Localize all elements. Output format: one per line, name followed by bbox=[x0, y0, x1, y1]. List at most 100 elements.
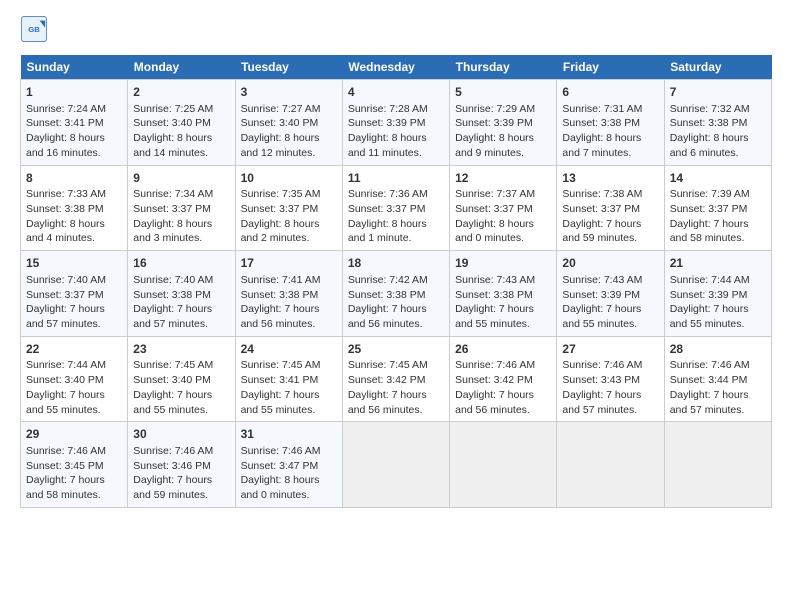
calendar-week-row: 1Sunrise: 7:24 AMSunset: 3:41 PMDaylight… bbox=[21, 80, 772, 166]
day-header-saturday: Saturday bbox=[664, 55, 771, 80]
day-info: Sunrise: 7:46 AM bbox=[455, 358, 551, 373]
day-number: 7 bbox=[670, 84, 766, 101]
day-info: Daylight: 7 hours and 58 minutes. bbox=[670, 217, 766, 246]
calendar-cell: 18Sunrise: 7:42 AMSunset: 3:38 PMDayligh… bbox=[342, 251, 449, 337]
day-info: Sunset: 3:37 PM bbox=[348, 202, 444, 217]
day-number: 4 bbox=[348, 84, 444, 101]
calendar-cell bbox=[664, 422, 771, 508]
day-number: 18 bbox=[348, 255, 444, 272]
day-number: 31 bbox=[241, 426, 337, 443]
day-info: Sunrise: 7:39 AM bbox=[670, 187, 766, 202]
day-info: Sunrise: 7:46 AM bbox=[562, 358, 658, 373]
day-number: 17 bbox=[241, 255, 337, 272]
day-info: Daylight: 8 hours and 6 minutes. bbox=[670, 131, 766, 160]
calendar-cell: 12Sunrise: 7:37 AMSunset: 3:37 PMDayligh… bbox=[450, 165, 557, 251]
day-info: Sunset: 3:43 PM bbox=[562, 373, 658, 388]
calendar-table: SundayMondayTuesdayWednesdayThursdayFrid… bbox=[20, 55, 772, 508]
calendar-cell: 16Sunrise: 7:40 AMSunset: 3:38 PMDayligh… bbox=[128, 251, 235, 337]
day-info: Daylight: 8 hours and 16 minutes. bbox=[26, 131, 122, 160]
calendar-cell: 9Sunrise: 7:34 AMSunset: 3:37 PMDaylight… bbox=[128, 165, 235, 251]
day-header-friday: Friday bbox=[557, 55, 664, 80]
day-header-thursday: Thursday bbox=[450, 55, 557, 80]
day-info: Sunset: 3:42 PM bbox=[455, 373, 551, 388]
day-number: 14 bbox=[670, 170, 766, 187]
day-number: 20 bbox=[562, 255, 658, 272]
day-info: Sunset: 3:41 PM bbox=[26, 116, 122, 131]
day-number: 3 bbox=[241, 84, 337, 101]
day-number: 10 bbox=[241, 170, 337, 187]
day-info: Daylight: 8 hours and 0 minutes. bbox=[241, 473, 337, 502]
day-header-wednesday: Wednesday bbox=[342, 55, 449, 80]
calendar-cell bbox=[342, 422, 449, 508]
day-number: 26 bbox=[455, 341, 551, 358]
day-info: Sunrise: 7:38 AM bbox=[562, 187, 658, 202]
day-info: Daylight: 7 hours and 55 minutes. bbox=[455, 302, 551, 331]
day-number: 25 bbox=[348, 341, 444, 358]
calendar-cell: 13Sunrise: 7:38 AMSunset: 3:37 PMDayligh… bbox=[557, 165, 664, 251]
calendar-cell: 1Sunrise: 7:24 AMSunset: 3:41 PMDaylight… bbox=[21, 80, 128, 166]
day-info: Sunrise: 7:31 AM bbox=[562, 102, 658, 117]
calendar-body: 1Sunrise: 7:24 AMSunset: 3:41 PMDaylight… bbox=[21, 80, 772, 508]
day-info: Daylight: 8 hours and 7 minutes. bbox=[562, 131, 658, 160]
svg-text:GB: GB bbox=[28, 25, 40, 34]
day-info: Daylight: 7 hours and 57 minutes. bbox=[133, 302, 229, 331]
calendar-cell: 15Sunrise: 7:40 AMSunset: 3:37 PMDayligh… bbox=[21, 251, 128, 337]
calendar-cell: 4Sunrise: 7:28 AMSunset: 3:39 PMDaylight… bbox=[342, 80, 449, 166]
calendar-cell: 26Sunrise: 7:46 AMSunset: 3:42 PMDayligh… bbox=[450, 336, 557, 422]
calendar-cell: 20Sunrise: 7:43 AMSunset: 3:39 PMDayligh… bbox=[557, 251, 664, 337]
day-info: Sunrise: 7:41 AM bbox=[241, 273, 337, 288]
calendar-header-row: SundayMondayTuesdayWednesdayThursdayFrid… bbox=[21, 55, 772, 80]
day-info: Sunset: 3:38 PM bbox=[455, 288, 551, 303]
calendar-cell: 2Sunrise: 7:25 AMSunset: 3:40 PMDaylight… bbox=[128, 80, 235, 166]
calendar-cell: 28Sunrise: 7:46 AMSunset: 3:44 PMDayligh… bbox=[664, 336, 771, 422]
day-info: Daylight: 7 hours and 56 minutes. bbox=[348, 302, 444, 331]
day-info: Sunset: 3:38 PM bbox=[133, 288, 229, 303]
day-info: Sunset: 3:39 PM bbox=[562, 288, 658, 303]
day-info: Sunrise: 7:45 AM bbox=[133, 358, 229, 373]
header: GB bbox=[20, 15, 772, 43]
day-number: 13 bbox=[562, 170, 658, 187]
day-info: Daylight: 8 hours and 4 minutes. bbox=[26, 217, 122, 246]
day-info: Sunset: 3:37 PM bbox=[455, 202, 551, 217]
calendar-cell: 21Sunrise: 7:44 AMSunset: 3:39 PMDayligh… bbox=[664, 251, 771, 337]
day-info: Sunset: 3:38 PM bbox=[562, 116, 658, 131]
calendar-cell: 10Sunrise: 7:35 AMSunset: 3:37 PMDayligh… bbox=[235, 165, 342, 251]
day-number: 15 bbox=[26, 255, 122, 272]
day-info: Sunset: 3:40 PM bbox=[241, 116, 337, 131]
day-number: 5 bbox=[455, 84, 551, 101]
calendar-week-row: 15Sunrise: 7:40 AMSunset: 3:37 PMDayligh… bbox=[21, 251, 772, 337]
day-info: Sunrise: 7:34 AM bbox=[133, 187, 229, 202]
day-info: Daylight: 7 hours and 57 minutes. bbox=[562, 388, 658, 417]
calendar-cell: 24Sunrise: 7:45 AMSunset: 3:41 PMDayligh… bbox=[235, 336, 342, 422]
calendar-cell: 7Sunrise: 7:32 AMSunset: 3:38 PMDaylight… bbox=[664, 80, 771, 166]
day-info: Sunset: 3:38 PM bbox=[241, 288, 337, 303]
page-container: GB SundayMondayTuesdayWednesdayThursdayF… bbox=[0, 0, 792, 518]
day-number: 12 bbox=[455, 170, 551, 187]
calendar-cell: 31Sunrise: 7:46 AMSunset: 3:47 PMDayligh… bbox=[235, 422, 342, 508]
calendar-cell: 17Sunrise: 7:41 AMSunset: 3:38 PMDayligh… bbox=[235, 251, 342, 337]
calendar-cell: 25Sunrise: 7:45 AMSunset: 3:42 PMDayligh… bbox=[342, 336, 449, 422]
day-info: Daylight: 7 hours and 55 minutes. bbox=[241, 388, 337, 417]
day-number: 1 bbox=[26, 84, 122, 101]
calendar-cell: 5Sunrise: 7:29 AMSunset: 3:39 PMDaylight… bbox=[450, 80, 557, 166]
calendar-cell bbox=[557, 422, 664, 508]
calendar-cell: 22Sunrise: 7:44 AMSunset: 3:40 PMDayligh… bbox=[21, 336, 128, 422]
day-info: Daylight: 7 hours and 56 minutes. bbox=[241, 302, 337, 331]
day-header-tuesday: Tuesday bbox=[235, 55, 342, 80]
day-info: Sunrise: 7:28 AM bbox=[348, 102, 444, 117]
day-info: Daylight: 7 hours and 58 minutes. bbox=[26, 473, 122, 502]
day-info: Daylight: 8 hours and 2 minutes. bbox=[241, 217, 337, 246]
day-info: Sunset: 3:39 PM bbox=[455, 116, 551, 131]
day-number: 9 bbox=[133, 170, 229, 187]
day-number: 2 bbox=[133, 84, 229, 101]
day-number: 19 bbox=[455, 255, 551, 272]
day-number: 24 bbox=[241, 341, 337, 358]
day-info: Sunrise: 7:25 AM bbox=[133, 102, 229, 117]
day-info: Sunset: 3:42 PM bbox=[348, 373, 444, 388]
day-number: 6 bbox=[562, 84, 658, 101]
day-info: Daylight: 7 hours and 55 minutes. bbox=[133, 388, 229, 417]
day-info: Sunset: 3:37 PM bbox=[26, 288, 122, 303]
day-number: 27 bbox=[562, 341, 658, 358]
calendar-week-row: 22Sunrise: 7:44 AMSunset: 3:40 PMDayligh… bbox=[21, 336, 772, 422]
day-number: 16 bbox=[133, 255, 229, 272]
